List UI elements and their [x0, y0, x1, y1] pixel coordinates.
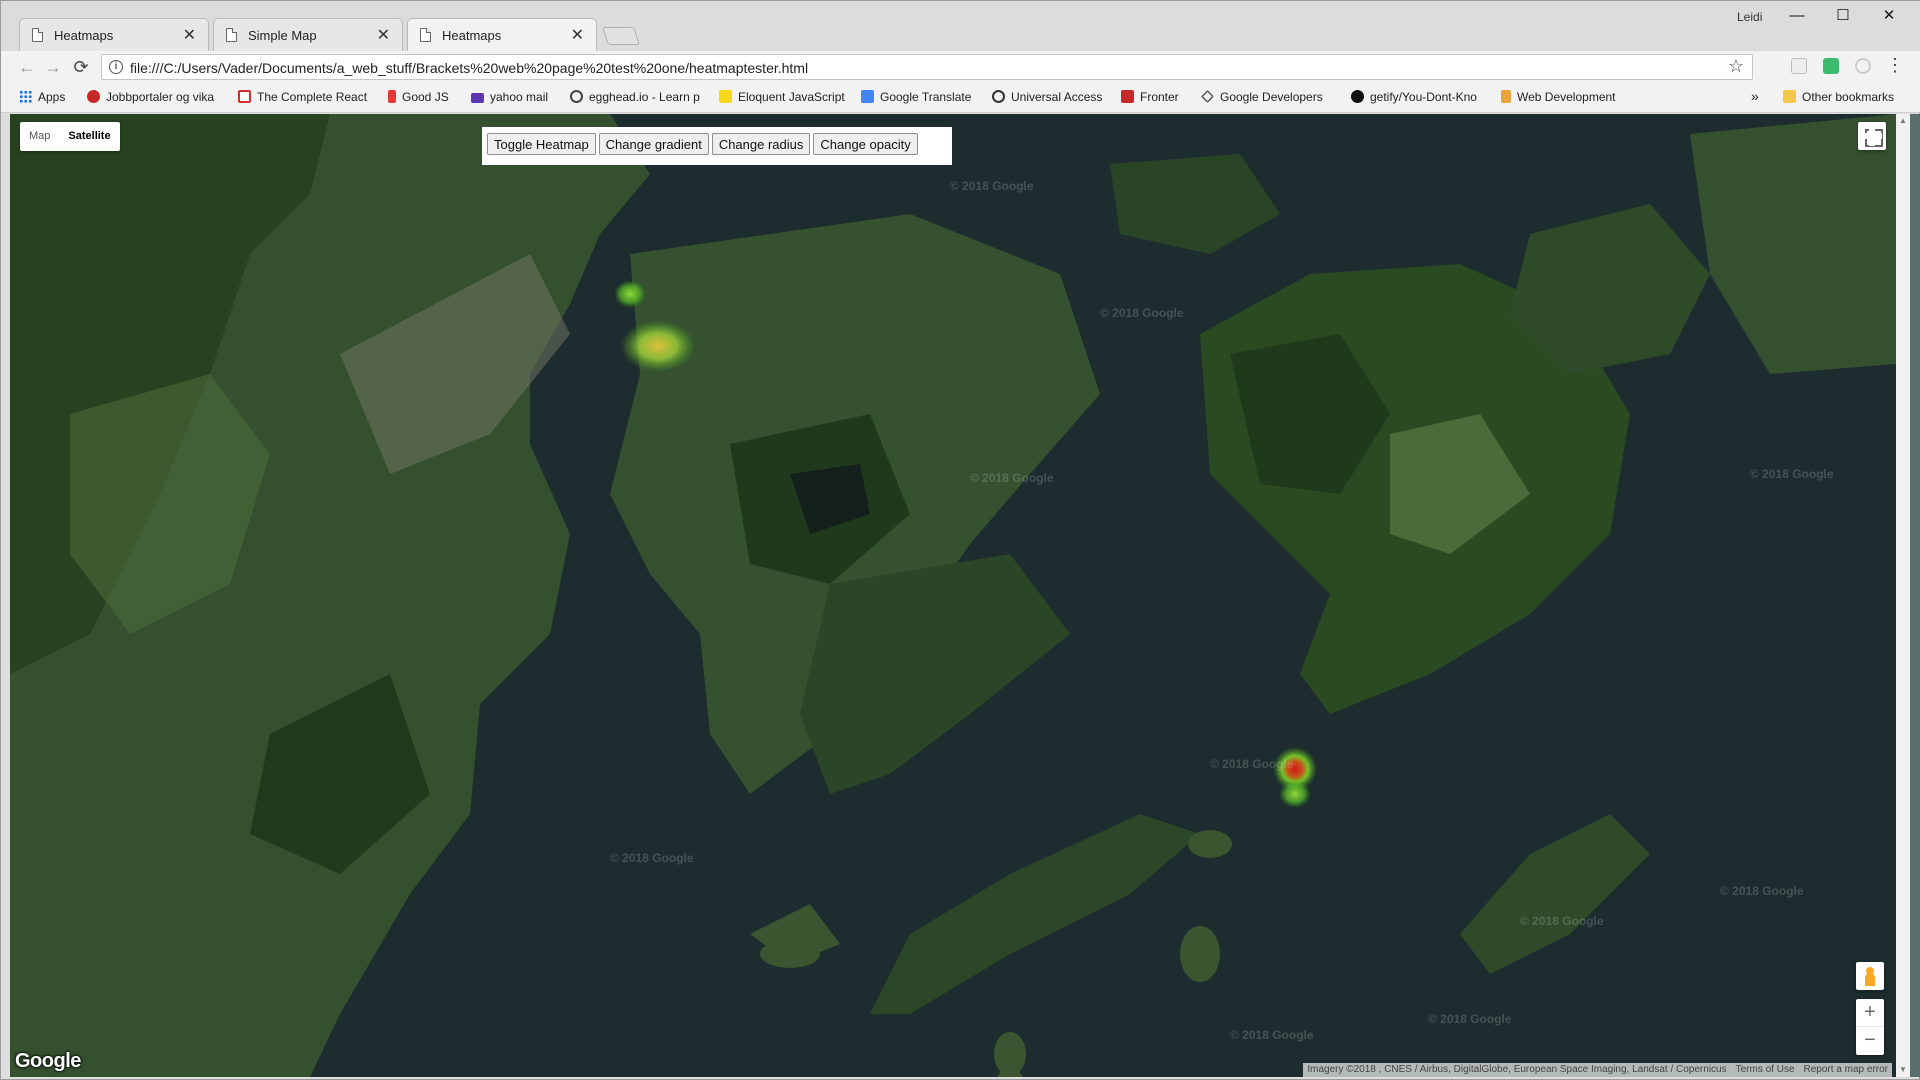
red-circle-icon: [87, 90, 100, 103]
github-icon: [1351, 90, 1364, 103]
map-watermark: © 2018 Google: [1750, 467, 1834, 481]
scroll-down-icon[interactable]: ▼: [1898, 1065, 1908, 1075]
browser-window: Heatmaps ✕ Simple Map ✕ Heatmaps ✕ Leidi…: [0, 0, 1920, 1080]
page-icon: [226, 28, 237, 42]
bookmark-item[interactable]: yahoo mail: [471, 90, 548, 104]
udemy-icon: [238, 90, 251, 103]
maximize-button[interactable]: ☐: [1833, 6, 1853, 26]
profile-name[interactable]: Leidi: [1737, 10, 1762, 24]
satellite-imagery: [10, 114, 1896, 1077]
map-watermark: © 2018 Google: [1720, 884, 1804, 898]
map-watermark: © 2018 Google: [610, 851, 694, 865]
extension-icon[interactable]: [1823, 58, 1839, 74]
bookmark-apps[interactable]: Apps: [19, 90, 65, 104]
extension-icon[interactable]: [1791, 58, 1807, 74]
map-watermark: © 2018 Google: [1520, 914, 1604, 928]
webdev-icon: [1501, 90, 1511, 103]
folder-icon: [1783, 90, 1796, 103]
back-button[interactable]: ←: [17, 57, 37, 78]
reload-button[interactable]: ⟳: [71, 57, 91, 78]
minimize-button[interactable]: —: [1787, 6, 1807, 26]
bookmark-item[interactable]: Good JS: [388, 90, 449, 104]
fronter-icon: [1121, 90, 1134, 103]
dev-icon: [1201, 90, 1214, 103]
more-bookmarks-button[interactable]: »: [1751, 88, 1759, 104]
imagery-credit: Imagery ©2018 , CNES / Airbus, DigitalGl…: [1307, 1064, 1727, 1075]
map-watermark: © 2018 Google: [1210, 757, 1294, 771]
zoom-control: + −: [1856, 999, 1884, 1055]
other-bookmarks[interactable]: Other bookmarks: [1783, 90, 1894, 104]
terms-link[interactable]: Terms of Use: [1730, 1064, 1799, 1075]
fullscreen-button[interactable]: [1858, 122, 1886, 150]
report-error-link[interactable]: Report a map error: [1798, 1064, 1892, 1075]
fullscreen-icon: [1862, 133, 1882, 139]
map-watermark: © 2018 Google: [1428, 1012, 1512, 1026]
background-window-edge: [1910, 114, 1920, 1077]
tab-heatmaps-active[interactable]: Heatmaps ✕: [407, 18, 597, 52]
bookmark-item[interactable]: The Complete React: [238, 90, 367, 104]
browser-toolbar: ← → ⟳ i file:///C:/Users/Vader/Documents…: [1, 51, 1920, 83]
close-tab-icon[interactable]: ✕: [183, 25, 196, 45]
mail-icon: [471, 93, 484, 103]
map-type-map-button[interactable]: Map: [20, 122, 59, 151]
satellite-map[interactable]: © 2018 Google © 2018 Google © 2018 Googl…: [10, 114, 1896, 1077]
url-text[interactable]: file:///C:/Users/Vader/Documents/a_web_s…: [130, 60, 808, 76]
map-watermark: © 2018 Google: [970, 471, 1054, 485]
tab-heatmaps-1[interactable]: Heatmaps ✕: [19, 18, 209, 51]
address-bar[interactable]: i file:///C:/Users/Vader/Documents/a_web…: [101, 54, 1753, 80]
ejs-icon: [719, 90, 732, 103]
page-scrollbar[interactable]: ▲ ▼: [1896, 114, 1910, 1077]
info-icon[interactable]: i: [109, 60, 123, 74]
change-gradient-button[interactable]: Change gradient: [598, 133, 709, 155]
scroll-up-icon[interactable]: ▲: [1898, 116, 1908, 126]
map-watermark: © 2018 Google: [1100, 306, 1184, 320]
change-opacity-button[interactable]: Change opacity: [813, 133, 918, 155]
bookmark-item[interactable]: Fronter: [1121, 90, 1179, 104]
close-window-button[interactable]: ✕: [1879, 6, 1899, 26]
access-icon: [992, 90, 1005, 103]
close-tab-icon[interactable]: ✕: [377, 25, 390, 45]
extension-icon[interactable]: [1855, 58, 1871, 74]
bookmark-item[interactable]: Google Translate: [861, 90, 971, 104]
page-icon: [420, 28, 431, 42]
egghead-icon: [570, 90, 583, 103]
page-icon: [32, 28, 43, 42]
close-tab-icon[interactable]: ✕: [571, 25, 584, 45]
tab-title: Heatmaps: [442, 28, 502, 43]
google-logo[interactable]: Google: [15, 1050, 81, 1073]
zoom-out-button[interactable]: −: [1856, 1027, 1884, 1055]
bookmark-item[interactable]: Universal Access: [992, 90, 1102, 104]
bookmark-item[interactable]: getify/You-Dont-Kno: [1351, 90, 1477, 104]
translate-icon: [861, 90, 874, 103]
bookmark-item[interactable]: Eloquent JavaScript: [719, 90, 845, 104]
heatmap-controls: Toggle Heatmap Change gradient Change radi…: [482, 127, 952, 165]
tab-title: Heatmaps: [54, 28, 114, 43]
apps-grid-icon: [19, 90, 32, 103]
figure-icon: [388, 90, 396, 103]
new-tab-button[interactable]: [602, 27, 640, 45]
pegman-icon[interactable]: [1856, 962, 1884, 990]
tab-title: Simple Map: [248, 28, 317, 43]
forward-button[interactable]: →: [43, 57, 63, 78]
bookmark-item[interactable]: Google Developers: [1201, 90, 1323, 104]
change-radius-button[interactable]: Change radius: [711, 133, 811, 155]
bookmark-item[interactable]: Web Development: [1501, 90, 1616, 104]
map-watermark: © 2018 Google: [1230, 1028, 1314, 1042]
map-attribution: Imagery ©2018 , CNES / Airbus, DigitalGl…: [1303, 1063, 1892, 1077]
map-type-satellite-button[interactable]: Satellite: [59, 122, 119, 151]
bookmarks-bar: Apps Jobbportaler og vika The Complete R…: [1, 83, 1920, 113]
tab-strip: Heatmaps ✕ Simple Map ✕ Heatmaps ✕ Leidi…: [1, 1, 1920, 52]
map-watermark: © 2018 Google: [950, 179, 1034, 193]
bookmark-star-icon[interactable]: ☆: [1728, 56, 1744, 77]
bookmark-item[interactable]: egghead.io - Learn p: [570, 90, 700, 104]
map-type-control: Map Satellite: [20, 122, 120, 151]
bookmark-item[interactable]: Jobbportaler og vika: [87, 90, 214, 104]
menu-icon[interactable]: ⋮: [1885, 55, 1905, 76]
tab-simple-map[interactable]: Simple Map ✕: [213, 18, 403, 51]
zoom-in-button[interactable]: +: [1856, 999, 1884, 1027]
toggle-heatmap-button[interactable]: Toggle Heatmap: [487, 133, 596, 155]
